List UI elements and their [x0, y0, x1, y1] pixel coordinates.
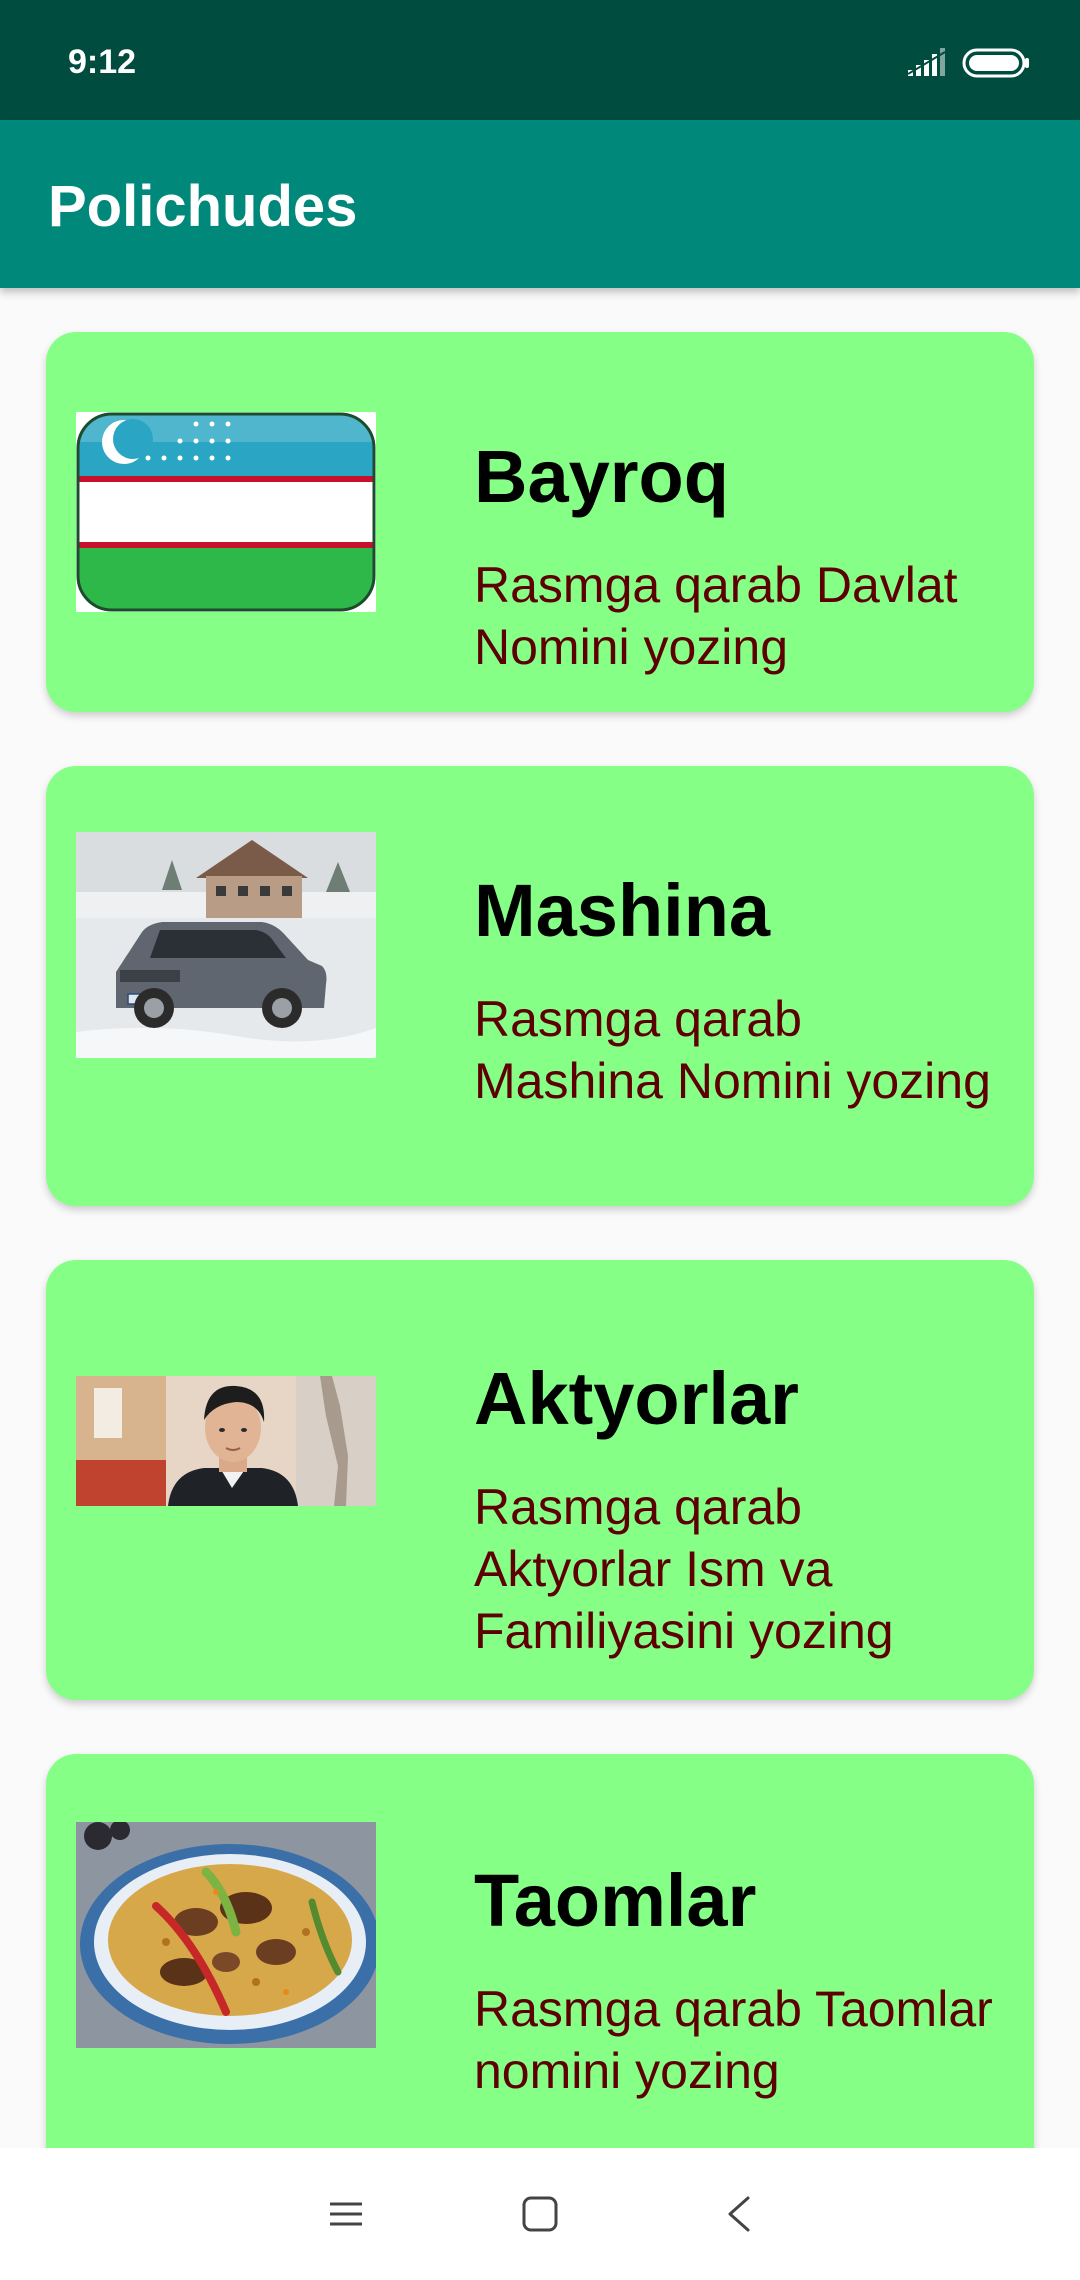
uzbekistan-flag-image [76, 412, 376, 612]
card-title: Taomlar [474, 1859, 757, 1942]
card-title: Mashina [474, 869, 771, 952]
plov-dish-image [76, 1822, 376, 2048]
category-card-taomlar[interactable]: Taomlar Rasmga qarab Taomlar nomini yozi… [46, 1754, 1034, 2148]
app-title: Polichudes [48, 174, 358, 239]
card-title: Aktyorlar [474, 1357, 799, 1440]
back-icon[interactable] [718, 2192, 762, 2236]
status-time: 9:12 [68, 43, 137, 81]
card-description: Rasmga qarab Aktyorlar Ism va Familiyasi… [474, 1479, 894, 1659]
card-description: Rasmga qarab Davlat Nomini yozing [474, 557, 958, 675]
app-bar: Polichudes [0, 120, 1080, 288]
car-in-snow-image [76, 832, 376, 1058]
battery-icon [962, 48, 1029, 78]
category-card-bayroq[interactable]: Bayroq Rasmga qarab Davlat Nomini yozing [46, 332, 1034, 712]
home-icon[interactable] [518, 2192, 562, 2236]
status-bar: 9:12 [0, 0, 1080, 120]
card-description: Rasmga qarab Mashina Nomini yozing [474, 991, 991, 1109]
signal-icon [908, 48, 946, 76]
navigation-bar [0, 2148, 1080, 2280]
card-title: Bayroq [474, 435, 729, 518]
category-card-mashina[interactable]: Mashina Rasmga qarab Mashina Nomini yozi… [46, 766, 1034, 1206]
menu-icon[interactable] [324, 2192, 368, 2236]
actor-portrait-image [76, 1376, 376, 1506]
category-card-aktyorlar[interactable]: Aktyorlar Rasmga qarab Aktyorlar Ism va … [46, 1260, 1034, 1700]
category-list[interactable]: Bayroq Rasmga qarab Davlat Nomini yozing [0, 288, 1080, 2148]
card-description: Rasmga qarab Taomlar nomini yozing [474, 1981, 993, 2099]
